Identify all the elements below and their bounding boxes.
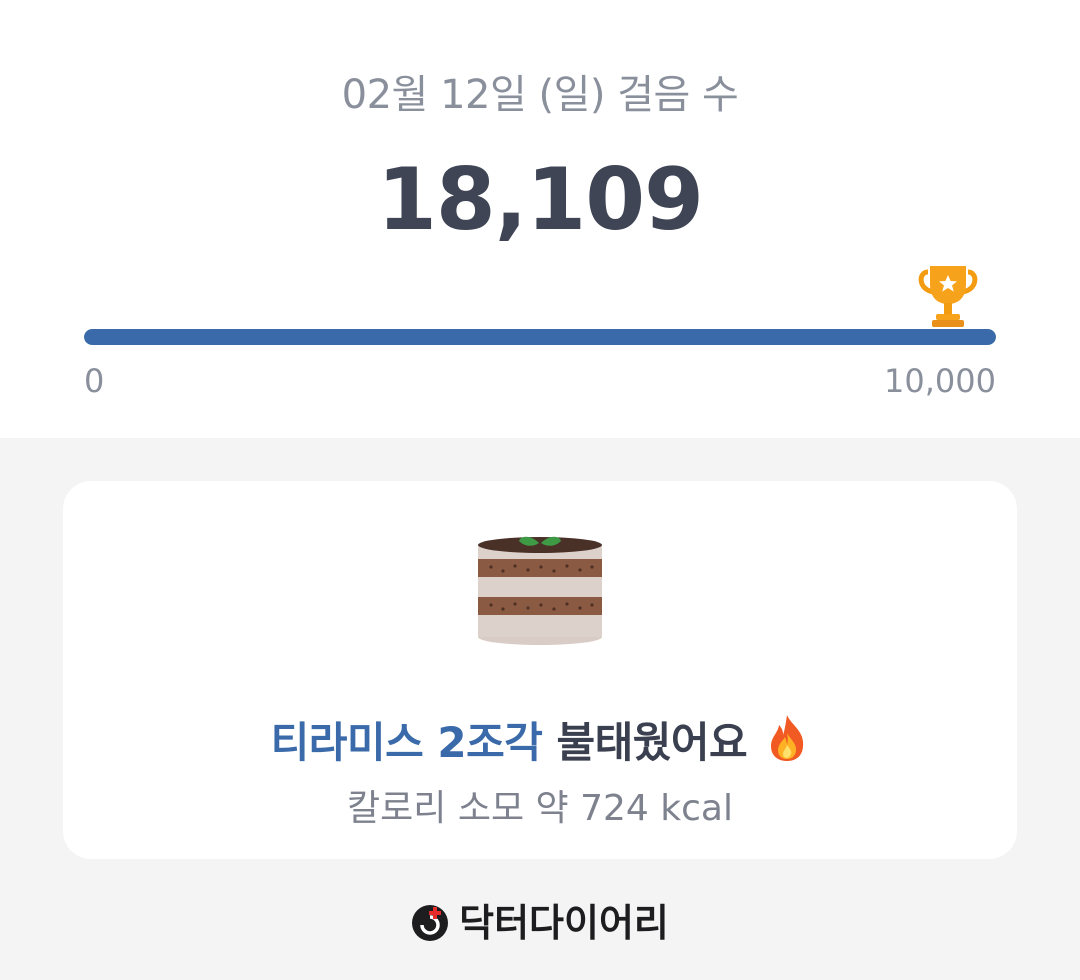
trophy-icon — [918, 266, 978, 327]
doctor-diary-logo-icon — [412, 905, 449, 941]
calorie-burn-card: 티라미스 2조각 불태웠어요 칼로리 소모 약 724 kcal — [63, 481, 1017, 859]
step-progress-bar — [84, 329, 996, 345]
calorie-burn-amount: 칼로리 소모 약 724 kcal — [347, 788, 733, 829]
burn-message-suffix: 불태웠어요 — [542, 718, 748, 767]
brand-name: 닥터다이어리 — [459, 901, 669, 945]
step-progress-fill — [84, 329, 996, 345]
date-title: 02월 12일 (일) 걸음 수 — [341, 72, 739, 118]
step-count: 18,109 — [377, 150, 704, 250]
brand-footer: 닥터다이어리 — [0, 892, 1080, 947]
steps-summary: 02월 12일 (일) 걸음 수 18,109 0 10,000 — [0, 0, 1080, 438]
progress-min-label: 0 — [84, 362, 105, 400]
burn-message: 티라미스 2조각 불태웠어요 — [63, 709, 1017, 770]
burned-food-highlight: 티라미스 2조각 — [270, 718, 543, 767]
fire-icon — [771, 715, 804, 761]
tiramisu-cake-icon — [478, 536, 602, 645]
progress-goal-label: 10,000 — [884, 362, 996, 400]
